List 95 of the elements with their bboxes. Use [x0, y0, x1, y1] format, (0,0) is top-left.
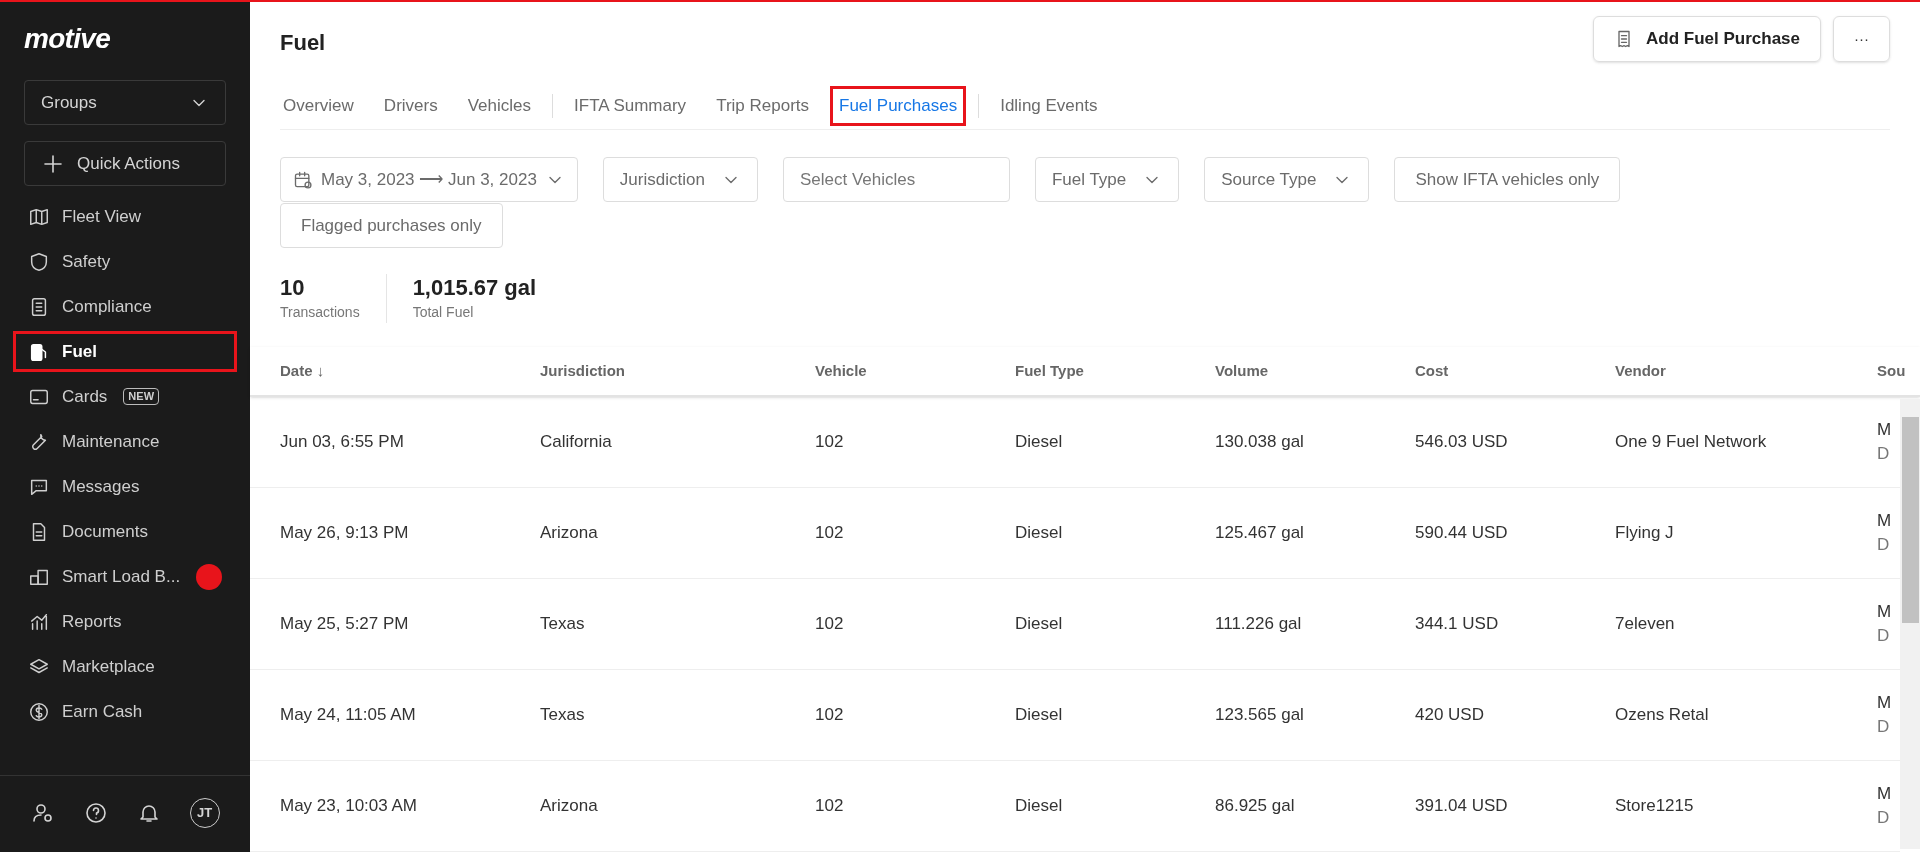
groups-dropdown[interactable]: Groups	[24, 80, 226, 125]
nav-item[interactable]: Safety	[13, 241, 237, 282]
table-cell-text: Jun 03, 6:55 PM	[280, 431, 405, 454]
stat-label: Total Fuel	[412, 303, 475, 322]
table-cell-text: 102	[815, 431, 845, 454]
table-cell-text: One 9 Fuel Network	[1615, 431, 1768, 454]
table-cell-text: D	[1877, 534, 1890, 556]
table-cell-text: D	[1877, 443, 1890, 465]
tab[interactable]: Idling Events	[991, 85, 1107, 126]
nav-item[interactable]: Reports	[13, 601, 237, 642]
column-header: Sou	[1877, 360, 1907, 381]
table-cell-text: Arizona	[540, 522, 599, 545]
table-cell-text: M	[1877, 419, 1892, 441]
page-title: Fuel	[280, 29, 326, 57]
new-badge: NEW	[123, 388, 160, 405]
table-cell-text: 102	[815, 522, 845, 545]
table-cell-text: Ozens Retal	[1615, 704, 1710, 727]
tab[interactable]: Overview	[274, 85, 363, 126]
logo: motive	[23, 22, 112, 56]
table-cell-text: 102	[815, 795, 845, 818]
nav-item[interactable]: Earn Cash	[13, 691, 237, 732]
table-cell-text: 344.1 USD	[1415, 613, 1500, 636]
stat-value: 10	[280, 274, 306, 302]
tab[interactable]: Fuel Purchases	[830, 85, 967, 126]
table-cell-text: Store1215	[1615, 795, 1695, 818]
table-cell-text: M	[1877, 783, 1892, 805]
calendar-icon	[293, 169, 313, 190]
nav-item[interactable]: Maintenance	[13, 421, 237, 462]
table-cell-text: Texas	[540, 704, 586, 727]
table-cell-text: 546.03 USD	[1415, 431, 1509, 454]
table-cell-text: D	[1877, 716, 1890, 738]
table-cell-text: May 26, 9:13 PM	[280, 522, 410, 545]
more-button[interactable]: ···	[1833, 16, 1890, 62]
table-cell-text: M	[1877, 601, 1892, 623]
tab[interactable]: Drivers	[374, 85, 447, 126]
help-icon	[83, 800, 108, 825]
stat-value: 1,015.67 gal	[412, 274, 537, 302]
column-header: Cost	[1415, 360, 1450, 381]
nav-item[interactable]: Documents	[13, 511, 237, 552]
column-header: Vendor	[1615, 360, 1667, 381]
table-cell-text: M	[1877, 692, 1892, 714]
nav-item[interactable]: Cards NEW	[13, 376, 237, 417]
table-cell-text: 123.565 gal	[1215, 704, 1305, 727]
nav-item[interactable]: Fuel	[13, 331, 237, 372]
table-cell-text: May 24, 11:05 AM	[280, 704, 417, 727]
table-cell-text: Diesel	[1015, 431, 1064, 454]
table-cell-text: 86.925 gal	[1215, 795, 1296, 818]
column-header: Volume	[1215, 360, 1270, 381]
quick-actions-button[interactable]: Quick Actions	[24, 141, 226, 186]
nav-item[interactable]: Marketplace	[13, 646, 237, 687]
nav-item[interactable]: Messages	[13, 466, 237, 507]
table-cell-text: May 25, 5:27 PM	[280, 613, 410, 636]
nav-item[interactable]: Smart Load B...	[13, 556, 237, 597]
table-cell-text: 102	[815, 704, 845, 727]
table-cell-text: 391.04 USD	[1415, 795, 1509, 818]
table-cell-text: M	[1877, 510, 1892, 532]
table-cell-text: D	[1877, 807, 1890, 829]
tab[interactable]: IFTA Summary	[565, 85, 696, 126]
table-cell-text: Flying J	[1615, 522, 1675, 545]
table-cell-text: D	[1877, 625, 1890, 647]
table-cell-text: Diesel	[1015, 795, 1064, 818]
column-header: Fuel Type	[1015, 360, 1085, 381]
table-cell-text: 130.038 gal	[1215, 431, 1305, 454]
table-cell-text: Texas	[540, 613, 586, 636]
table-cell-text: 111.226 gal	[1215, 613, 1303, 636]
shield-icon	[28, 250, 50, 273]
table-cell-text: Diesel	[1015, 613, 1064, 636]
table-cell-text: Diesel	[1015, 522, 1064, 545]
filter-toggle-button[interactable]: Show IFTA vehicles only	[1394, 157, 1621, 202]
date-range-picker[interactable]: May 3, 2023 ⟶ Jun 3, 2023	[280, 157, 578, 202]
filter-dropdown[interactable]: Jurisdiction	[602, 157, 758, 202]
tab[interactable]: Vehicles	[458, 85, 541, 126]
filter-dropdown[interactable]: Fuel Type	[1034, 157, 1180, 202]
table-cell-text: 102	[815, 613, 845, 636]
table-cell-text: 420 USD	[1415, 704, 1485, 727]
table-cell-text: 590.44 USD	[1415, 522, 1509, 545]
filter-toggle-button[interactable]: Flagged purchases only	[280, 203, 503, 248]
dollar-icon	[28, 700, 50, 723]
stat-label: Transactions	[280, 303, 360, 322]
table-cell-text: California	[540, 431, 613, 454]
column-header: Jurisdiction	[540, 360, 626, 381]
vehicle-select-field[interactable]: Select Vehicles	[782, 157, 1010, 202]
table-cell-text: 125.467 gal	[1215, 522, 1305, 545]
nav-item[interactable]: Fleet View	[13, 196, 237, 237]
table-cell-text: Diesel	[1015, 704, 1064, 727]
column-header[interactable]: Date ↓	[280, 359, 540, 383]
scrollbar[interactable]	[1900, 399, 1920, 849]
column-header: Vehicle	[815, 360, 868, 381]
table-cell-text: 7eleven	[1615, 613, 1676, 636]
table-cell-text: Arizona	[540, 795, 599, 818]
filter-dropdown[interactable]: Source Type	[1204, 157, 1370, 202]
tab[interactable]: Trip Reports	[707, 85, 819, 126]
nav-item[interactable]: Compliance	[13, 286, 237, 327]
add-fuel-purchase-button[interactable]: Add Fuel Purchase	[1593, 16, 1821, 62]
table-cell-text: May 23, 10:03 AM	[280, 795, 419, 818]
